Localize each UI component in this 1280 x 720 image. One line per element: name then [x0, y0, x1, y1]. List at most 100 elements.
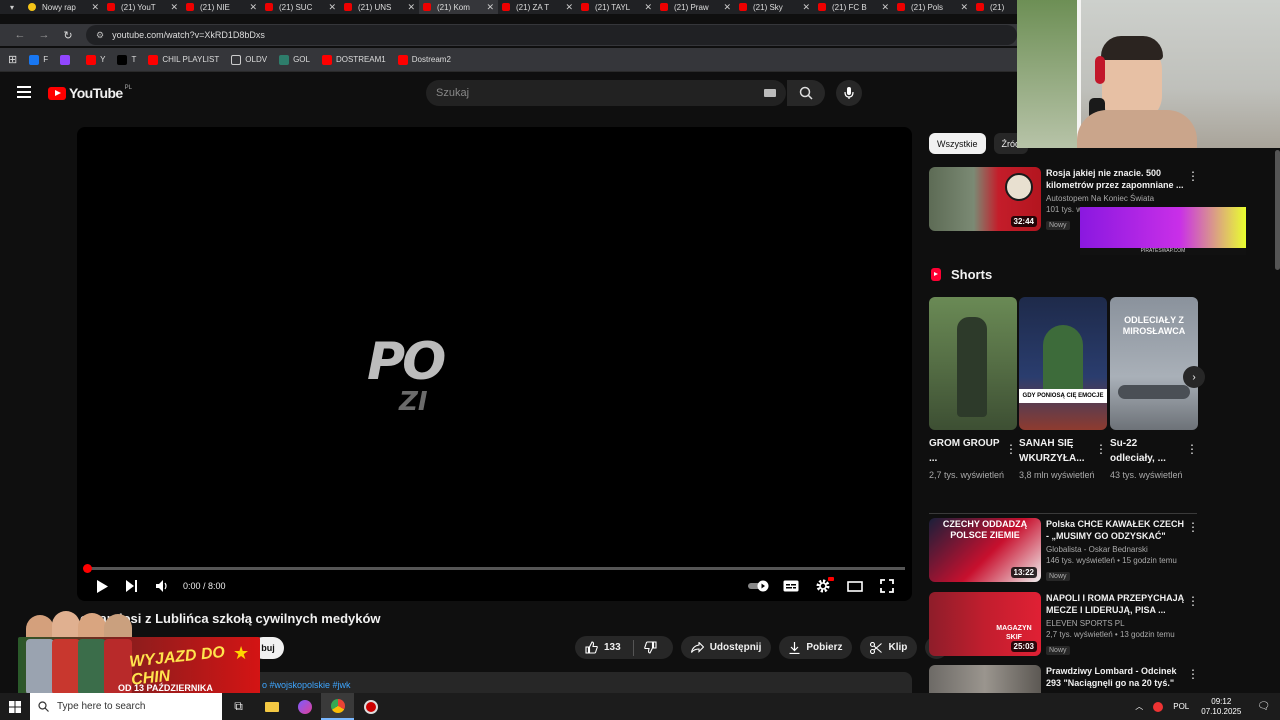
- chevron-up-icon[interactable]: ︿: [1135, 701, 1143, 712]
- recommendation-item[interactable]: Prawdziwy Lombard - Odcinek 293 "Naciągn…: [929, 665, 1199, 693]
- browser-tab[interactable]: (21) Pols ✕: [893, 0, 972, 14]
- mute-button[interactable]: [149, 576, 175, 596]
- tab-close-icon[interactable]: ✕: [881, 2, 889, 13]
- short-title[interactable]: Su-22 odleciały, ...: [1110, 436, 1182, 466]
- theater-mode-button[interactable]: [842, 576, 868, 596]
- progress-bar[interactable]: [83, 564, 905, 573]
- video-thumbnail[interactable]: MAGAZYN SKIF 25:03: [929, 592, 1041, 656]
- chrome-button[interactable]: [321, 693, 354, 720]
- language-indicator[interactable]: POL: [1173, 702, 1189, 711]
- short-item[interactable]: GROM GROUP ... 2,7 tys. wyświetleń ⋮: [929, 297, 1017, 482]
- tab-close-icon[interactable]: ✕: [486, 2, 494, 13]
- clock[interactable]: 09:12 07.10.2025: [1201, 697, 1241, 717]
- tray-app-icon[interactable]: [1153, 701, 1164, 712]
- rec-title[interactable]: Polska CHCE KAWAŁEK CZECH - „MUSIMY GO O…: [1046, 518, 1186, 542]
- thumbs-up-icon[interactable]: [585, 641, 598, 654]
- forward-icon[interactable]: →: [32, 29, 56, 41]
- dislike-button[interactable]: [643, 641, 673, 654]
- recommendation-item[interactable]: CZECHY ODDADZĄ POLSCE ZIEMIE 13:22 Polsk…: [929, 518, 1199, 584]
- bookmark-item[interactable]: [60, 54, 74, 65]
- search-input[interactable]: Szukaj: [426, 80, 786, 106]
- fullscreen-button[interactable]: [874, 576, 900, 596]
- rec-channel[interactable]: ELEVEN SPORTS PL: [1046, 619, 1186, 628]
- short-title[interactable]: GROM GROUP ...: [929, 436, 1001, 466]
- more-vertical-icon[interactable]: ⋮: [1005, 442, 1017, 456]
- browser-tab[interactable]: (21) Kom ✕: [419, 0, 498, 14]
- more-vertical-icon[interactable]: ⋮: [1187, 667, 1199, 681]
- browser-tab[interactable]: (21) UNS ✕: [340, 0, 419, 14]
- short-thumbnail[interactable]: GDY PONIOSĄ CIĘ EMOCJE: [1019, 297, 1107, 430]
- taskbar-app-button[interactable]: [288, 693, 321, 720]
- settings-button[interactable]: [810, 576, 836, 596]
- tab-close-icon[interactable]: ✕: [249, 2, 257, 13]
- voice-search-button[interactable]: [836, 80, 862, 106]
- scrubber-handle[interactable]: [83, 564, 92, 573]
- shorts-next-button[interactable]: ›: [1183, 366, 1205, 388]
- more-vertical-icon[interactable]: ⋮: [1186, 442, 1198, 456]
- video-thumbnail[interactable]: CZECHY ODDADZĄ POLSCE ZIEMIE 13:22: [929, 518, 1041, 582]
- bookmark-item[interactable]: Dostream2: [397, 54, 451, 65]
- bookmark-item[interactable]: T: [117, 54, 136, 65]
- short-title[interactable]: SANAH SIĘ WKURZYŁA...: [1019, 436, 1091, 466]
- reload-icon[interactable]: ↻: [56, 29, 80, 42]
- rec-channel[interactable]: Autostopem Na Koniec Świata: [1046, 194, 1186, 203]
- site-info-icon[interactable]: ⚙: [96, 30, 104, 41]
- recommendation-item[interactable]: MAGAZYN SKIF 25:03 NAPOLI I ROMA PRZEPYC…: [929, 592, 1199, 658]
- browser-tab[interactable]: Nowy rap ✕: [24, 0, 103, 14]
- browser-tab[interactable]: (21) ZA T ✕: [498, 0, 577, 14]
- chip-all[interactable]: Wszystkie: [929, 133, 986, 154]
- tab-close-icon[interactable]: ✕: [407, 2, 415, 13]
- search-button[interactable]: [787, 80, 825, 106]
- short-thumbnail[interactable]: [929, 297, 1017, 430]
- tab-close-icon[interactable]: ✕: [91, 2, 99, 13]
- tab-search-icon[interactable]: ▾: [0, 0, 24, 14]
- tab-close-icon[interactable]: ✕: [644, 2, 652, 13]
- browser-tab[interactable]: (21) YouT ✕: [103, 0, 182, 14]
- browser-tab[interactable]: (21) FC B ✕: [814, 0, 893, 14]
- tab-close-icon[interactable]: ✕: [723, 2, 731, 13]
- short-item[interactable]: ODLECIAŁY Z MIROSŁAWCA Su-22 odleciały, …: [1110, 297, 1198, 482]
- tab-close-icon[interactable]: ✕: [328, 2, 336, 13]
- tab-close-icon[interactable]: ✕: [960, 2, 968, 13]
- more-vertical-icon[interactable]: ⋮: [1187, 169, 1199, 183]
- bookmark-item[interactable]: F: [29, 54, 48, 65]
- back-icon[interactable]: ←: [8, 29, 32, 41]
- tab-close-icon[interactable]: ✕: [802, 2, 810, 13]
- rec-title[interactable]: Prawdziwy Lombard - Odcinek 293 "Naciągn…: [1046, 665, 1186, 689]
- video-player[interactable]: PO ZI 0:00 / 8:00: [77, 127, 912, 601]
- browser-tab[interactable]: (21) Praw ✕: [656, 0, 735, 14]
- short-thumbnail[interactable]: ODLECIAŁY Z MIROSŁAWCA: [1110, 297, 1198, 430]
- autoplay-toggle[interactable]: [746, 576, 772, 596]
- menu-icon[interactable]: [17, 86, 31, 101]
- bookmark-item[interactable]: GOL: [279, 54, 310, 65]
- rec-title[interactable]: NAPOLI I ROMA PRZEPYCHAJĄ MECZE I LIDERU…: [1046, 592, 1186, 616]
- more-vertical-icon[interactable]: ⋮: [1095, 442, 1107, 456]
- rec-channel[interactable]: Globalista - Oskar Bednarski: [1046, 545, 1186, 554]
- bookmark-item[interactable]: Y: [86, 54, 105, 65]
- start-button[interactable]: [0, 700, 30, 713]
- notifications-icon[interactable]: 🗨: [1257, 701, 1270, 712]
- browser-tab[interactable]: (21) NIE ✕: [182, 0, 261, 14]
- browser-tab[interactable]: (21)✕: [972, 0, 1017, 14]
- bookmark-item[interactable]: OLDV: [231, 54, 267, 65]
- subtitles-button[interactable]: [778, 576, 804, 596]
- tab-close-icon[interactable]: ✕: [170, 2, 178, 13]
- page-scrollbar[interactable]: [1275, 150, 1280, 270]
- taskbar-app-button[interactable]: [354, 693, 387, 720]
- next-button[interactable]: [119, 576, 145, 596]
- tab-close-icon[interactable]: ✕: [565, 2, 573, 13]
- browser-tab[interactable]: (21) SUC ✕: [261, 0, 340, 14]
- keyboard-icon[interactable]: [764, 89, 776, 97]
- rec-title[interactable]: Rosja jakiej nie znacie. 500 kilometrów …: [1046, 167, 1186, 191]
- download-button[interactable]: Pobierz: [779, 636, 853, 659]
- apps-grid-icon[interactable]: ⊞: [8, 53, 17, 66]
- bookmark-item[interactable]: DOSTREAM1: [321, 54, 386, 65]
- play-button[interactable]: [89, 576, 115, 596]
- browser-tab[interactable]: (21) TAYL ✕: [577, 0, 656, 14]
- short-item[interactable]: GDY PONIOSĄ CIĘ EMOCJE SANAH SIĘ WKURZYŁ…: [1019, 297, 1107, 482]
- taskbar-search-input[interactable]: Type here to search: [30, 693, 222, 720]
- more-vertical-icon[interactable]: ⋮: [1187, 520, 1199, 534]
- clip-button[interactable]: Klip: [860, 636, 918, 659]
- video-thumbnail[interactable]: 32:44: [929, 167, 1041, 231]
- more-vertical-icon[interactable]: ⋮: [1187, 594, 1199, 608]
